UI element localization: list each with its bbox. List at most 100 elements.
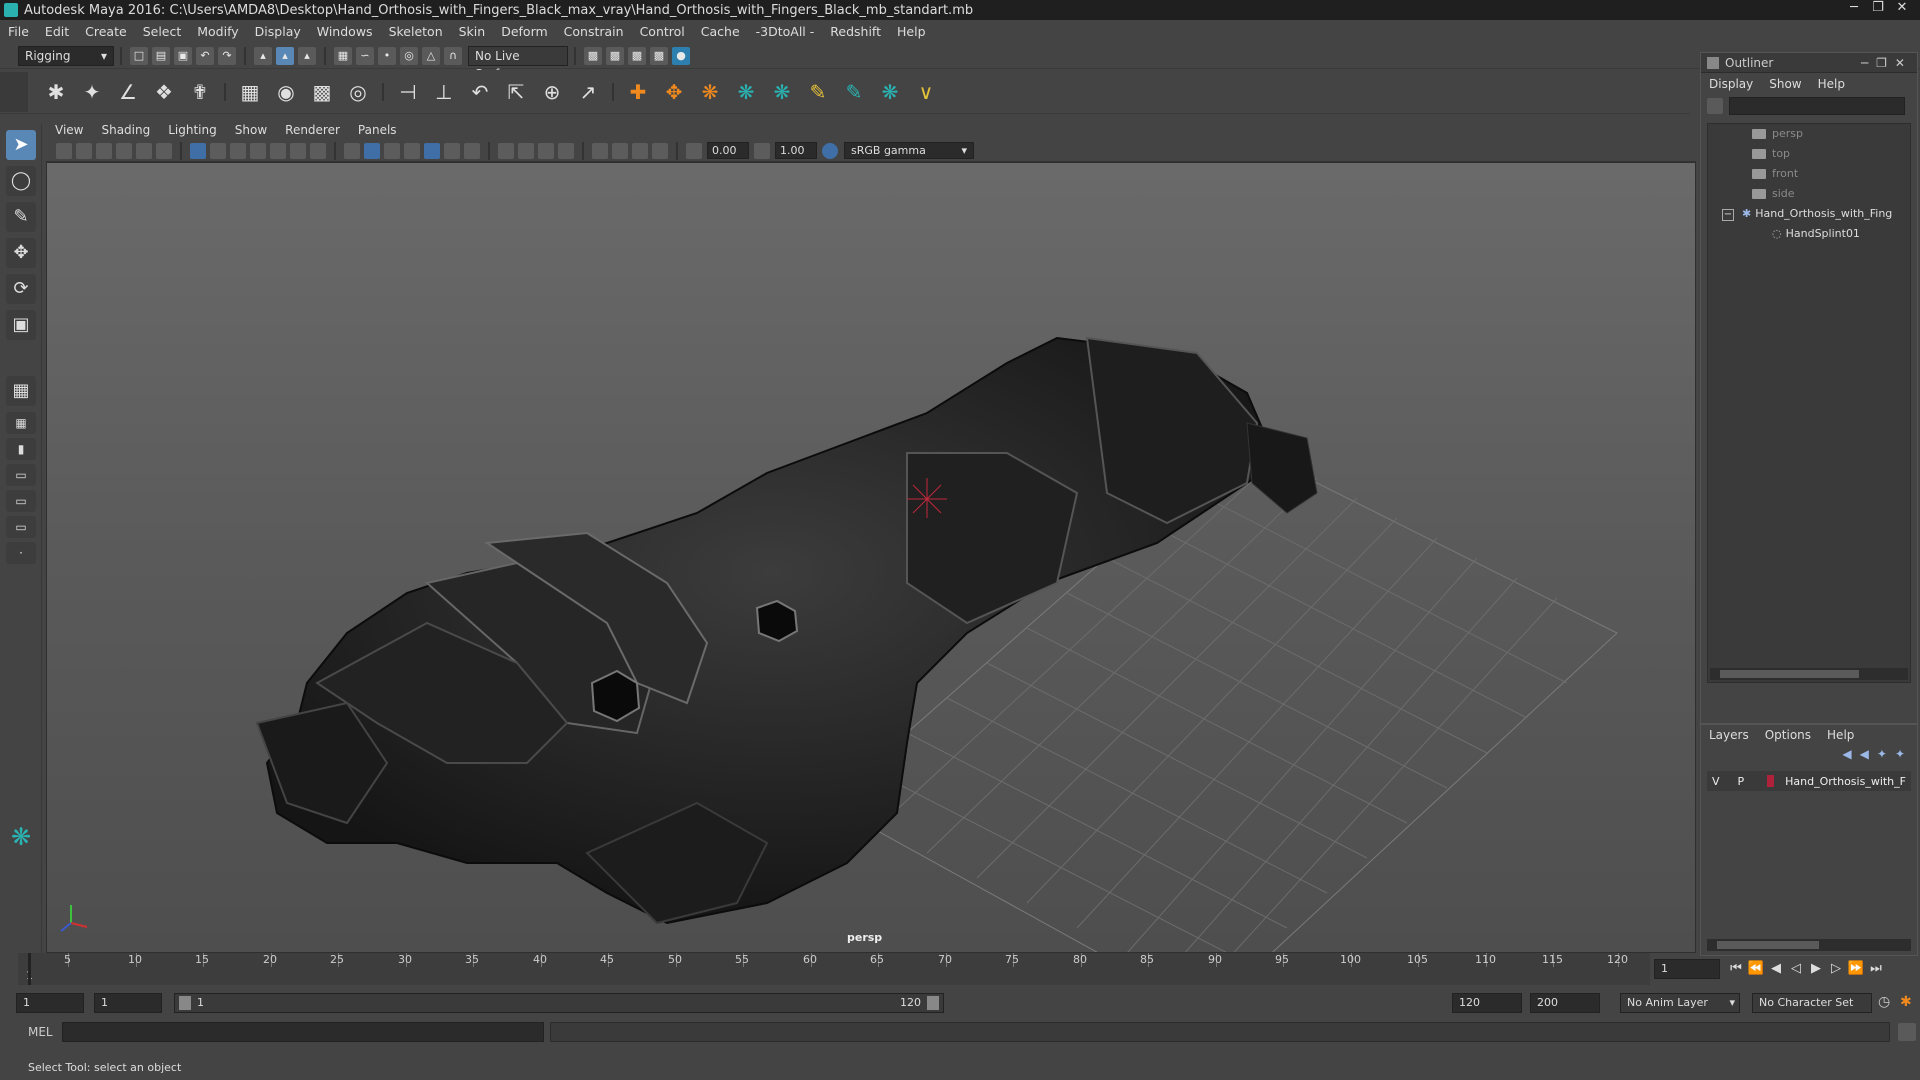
outliner-node-top[interactable]: top <box>1708 144 1910 164</box>
menu-3dtoall[interactable]: -3DtoAll - <box>748 24 823 39</box>
outliner-node-hand-orthosis[interactable]: − ✱ Hand_Orthosis_with_Fing <box>1708 204 1910 224</box>
move-layer-down-icon[interactable]: ◀ <box>1860 747 1869 761</box>
curve-locator-icon[interactable]: ✥ <box>660 78 688 106</box>
field-chart-icon[interactable] <box>270 142 286 159</box>
menu-redshift[interactable]: Redshift <box>822 24 889 39</box>
layer-playback-toggle[interactable]: P <box>1733 775 1750 788</box>
snap-view-icon[interactable]: ◎ <box>400 46 418 65</box>
undo-icon[interactable]: ↶ <box>196 46 214 65</box>
menu-display[interactable]: Display <box>247 24 309 39</box>
hypershade-icon[interactable]: ● <box>672 46 690 65</box>
step-back-frame-icon[interactable]: ◀ <box>1766 959 1786 979</box>
xray-icon[interactable] <box>612 142 628 159</box>
scale-constraint-icon[interactable]: ⇱ <box>502 78 530 106</box>
exposure-field[interactable]: 0.00 <box>707 142 749 159</box>
menu-cache[interactable]: Cache <box>693 24 748 39</box>
viewport-menu-lighting[interactable]: Lighting <box>159 123 226 137</box>
move-layer-up-icon[interactable]: ◀ <box>1842 747 1851 761</box>
ipr-render-icon[interactable]: ▩ <box>628 46 646 65</box>
magnet-icon[interactable]: ∩ <box>444 46 462 65</box>
layer-menu-layers[interactable]: Layers <box>1701 728 1757 742</box>
menu-control[interactable]: Control <box>632 24 693 39</box>
joint-tool-icon[interactable]: ✱ <box>42 78 70 106</box>
render-frame-icon[interactable]: ▩ <box>606 46 624 65</box>
step-back-key-icon[interactable]: ⏪ <box>1746 959 1766 979</box>
current-time-marker[interactable] <box>28 953 31 985</box>
time-slider[interactable]: 1 5 10 15 20 25 30 35 40 45 50 55 60 65 … <box>18 953 1650 985</box>
gamma-icon[interactable] <box>754 142 770 159</box>
menu-select[interactable]: Select <box>135 24 190 39</box>
restore-icon[interactable]: ❐ <box>1866 0 1890 18</box>
layer-menu-help[interactable]: Help <box>1819 728 1862 742</box>
2d-pan-icon[interactable] <box>136 142 152 159</box>
anim-preferences-icon[interactable]: ✱ <box>1900 994 1912 1010</box>
safe-title-icon[interactable] <box>310 142 326 159</box>
xray-components-icon[interactable] <box>652 142 668 159</box>
resolution-gate-icon[interactable] <box>230 142 246 159</box>
live-surface-field[interactable]: No Live Surface <box>468 45 568 81</box>
ik-handle-icon[interactable]: ✟ <box>186 78 214 106</box>
grid-toggle-icon[interactable] <box>190 142 206 159</box>
gamma-field[interactable]: 1.00 <box>775 142 817 159</box>
outliner-horizontal-scrollbar[interactable] <box>1710 668 1908 680</box>
viewport-menu-view[interactable]: View <box>46 123 92 137</box>
filter-icon[interactable] <box>1707 98 1723 114</box>
menu-constrain[interactable]: Constrain <box>556 24 632 39</box>
go-to-end-icon[interactable]: ⏭ <box>1866 959 1886 979</box>
viewport-menu-shading[interactable]: Shading <box>92 123 159 137</box>
outliner-node-front[interactable]: front <box>1708 164 1910 184</box>
textured-icon[interactable] <box>424 142 440 159</box>
screen-space-ao-icon[interactable] <box>498 142 514 159</box>
v-script-icon[interactable]: ∨ <box>912 78 940 106</box>
paint-weights-icon[interactable]: ◉ <box>272 78 300 106</box>
scale-tool-icon[interactable]: ▣ <box>6 310 36 340</box>
four-view-layout-icon[interactable]: ▦ <box>6 412 36 434</box>
command-input[interactable] <box>62 1022 544 1042</box>
camera-select-icon[interactable] <box>56 142 72 159</box>
layer-visibility-toggle[interactable]: V <box>1707 775 1725 788</box>
snap-curve-icon[interactable]: ∽ <box>356 46 374 65</box>
outliner-node-side[interactable]: side <box>1708 184 1910 204</box>
auto-key-icon[interactable]: ◷ <box>1878 994 1890 1010</box>
graph-layout-icon[interactable]: ▭ <box>6 490 36 512</box>
rotate-tool-icon[interactable]: ⟳ <box>6 274 36 304</box>
anim-layer-dropdown[interactable]: No Anim Layer ▾ <box>1620 993 1740 1013</box>
character-set-dropdown[interactable]: No Character Set <box>1752 993 1872 1013</box>
hypershade-layout-icon[interactable]: ▭ <box>6 516 36 538</box>
isolate-select-icon[interactable] <box>592 142 608 159</box>
viewport-menu-panels[interactable]: Panels <box>349 123 406 137</box>
xray-joints-icon[interactable] <box>632 142 648 159</box>
animation-end-field[interactable]: 200 <box>1530 993 1600 1013</box>
parent-constraint-icon[interactable]: ⊕ <box>538 78 566 106</box>
snap-grid-icon[interactable]: ▦ <box>334 46 352 65</box>
viewport-menu-renderer[interactable]: Renderer <box>276 123 349 137</box>
scrollbar-thumb[interactable] <box>1717 941 1819 949</box>
menu-skeleton[interactable]: Skeleton <box>381 24 451 39</box>
exposure-icon[interactable] <box>686 142 702 159</box>
film-gate-icon[interactable] <box>210 142 226 159</box>
outliner-menu-display[interactable]: Display <box>1701 77 1761 91</box>
script-language-label[interactable]: MEL <box>28 1025 58 1039</box>
paint-select-icon[interactable]: ✎ <box>6 202 36 232</box>
bind-skin-icon[interactable]: ▦ <box>236 78 264 106</box>
layout-options-icon[interactable]: · <box>6 542 36 564</box>
orient-constraint-icon[interactable]: ↶ <box>466 78 494 106</box>
redo-icon[interactable]: ↷ <box>218 46 236 65</box>
save-scene-icon[interactable]: ▣ <box>174 46 192 65</box>
viewport-menu-show[interactable]: Show <box>226 123 276 137</box>
maya-tool-icon[interactable]: ❋ <box>768 78 796 106</box>
animation-start-field[interactable]: 1 <box>16 993 84 1013</box>
panel-window-controls[interactable]: ─❐✕ <box>1861 56 1917 70</box>
select-tool-icon[interactable]: ➤ <box>6 130 36 160</box>
cluster-icon[interactable]: ◎ <box>344 78 372 106</box>
camera-attributes-icon[interactable] <box>76 142 92 159</box>
safe-action-icon[interactable] <box>290 142 306 159</box>
anti-aliasing-icon[interactable] <box>538 142 554 159</box>
locator-icon[interactable]: ✚ <box>624 78 652 106</box>
orient-joint-icon[interactable]: ❖ <box>150 78 178 106</box>
layer-color-swatch[interactable] <box>1767 775 1775 787</box>
outliner-node-handsplint01[interactable]: ◌ HandSplint01 <box>1708 224 1910 244</box>
default-material-icon[interactable] <box>384 142 400 159</box>
play-forward-icon[interactable]: ▶ <box>1806 959 1826 979</box>
menu-create[interactable]: Create <box>77 24 135 39</box>
